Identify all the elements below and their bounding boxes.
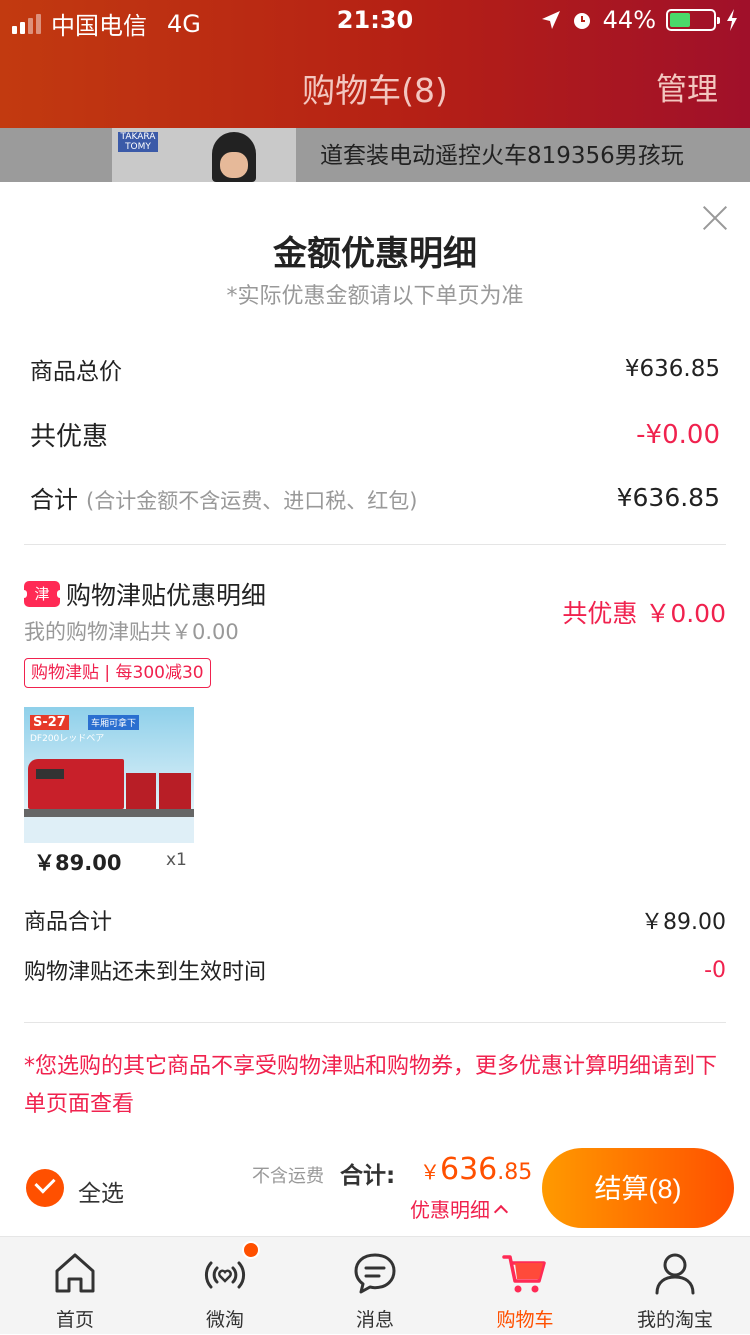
product-image-tag: 车厢可拿下 (88, 715, 140, 730)
discount-detail-sheet: 金额优惠明细 *实际优惠金额请以下单页为准 商品总价 ¥636.85 共优惠 -… (0, 182, 750, 1234)
tab-my-taobao[interactable]: 我的淘宝 (600, 1237, 750, 1335)
tab-home[interactable]: 首页 (0, 1237, 150, 1335)
top-bar: 中国电信 4G 21:30 44% 购物车(8) 管理 (0, 0, 750, 128)
tab-label: 消息 (355, 1309, 394, 1331)
sheet-title: 金额优惠明细 (273, 234, 477, 274)
total-dec: .85 (497, 1160, 533, 1185)
brand-logo: TAKARA TOMY (118, 132, 158, 152)
broadcast-heart-icon (204, 1261, 246, 1289)
home-icon (55, 1253, 95, 1293)
battery-icon (666, 9, 720, 31)
row-subtotal: 商品合计 ￥89.00 (24, 904, 726, 936)
row-total-discount: 共优惠 -¥0.00 (30, 416, 720, 453)
divider (24, 1022, 726, 1023)
select-all-label[interactable]: 全选 (78, 1174, 124, 1208)
product-qty: x1 (166, 850, 187, 870)
location-arrow-icon (541, 11, 560, 29)
checkout-button[interactable]: 结算(8) (542, 1148, 734, 1228)
status-bar: 中国电信 4G 21:30 44% (0, 0, 750, 40)
row-goods-total: 商品总价 ¥636.85 (30, 352, 720, 386)
chat-bubble-icon (354, 1253, 396, 1294)
alarm-icon (573, 13, 590, 29)
divider (24, 544, 726, 545)
row-label: 商品总价 (30, 359, 122, 385)
row-label: 购物津贴还未到生效时间 (24, 960, 267, 985)
row-sum: 合计 (合计金额不含运费、进口税、红包) ¥636.85 (30, 480, 720, 515)
row-value: ¥636.85 (616, 483, 720, 512)
total-label: 合计: (340, 1163, 396, 1189)
freight-note: 不含运费 (252, 1166, 324, 1187)
tab-label: 首页 (55, 1309, 94, 1331)
tab-label: 购物车 (496, 1309, 554, 1331)
total-int: 636 (440, 1152, 498, 1187)
page-title: 购物车(8) (302, 71, 448, 110)
jintie-header: 津 购物津贴优惠明细 (21, 576, 267, 612)
notification-dot (242, 1241, 260, 1259)
row-value: -¥0.00 (636, 419, 720, 450)
tab-weitao[interactable]: 微淘 (150, 1237, 300, 1335)
jintie-badge-icon: 津 (21, 581, 63, 607)
row-value: ¥636.85 (624, 356, 720, 382)
nav-bar: 购物车(8) 管理 (0, 40, 750, 128)
tab-messages[interactable]: 消息 (300, 1237, 450, 1335)
product-image-sub: DF200レッドベア (30, 734, 105, 744)
row-label: 商品合计 (24, 910, 113, 935)
jintie-title: 购物津贴优惠明细 (66, 581, 267, 610)
cart-icon (502, 1255, 546, 1293)
jintie-subtitle: 我的购物津贴共￥0.00 (24, 620, 239, 644)
sheet-subtitle: *实际优惠金额请以下单页为准 (226, 284, 524, 309)
cart-item-behind[interactable]: TAKARA TOMY 道套装电动遥控火车819356男孩玩 (0, 128, 750, 182)
tab-label: 微淘 (205, 1309, 244, 1331)
discount-detail-toggle[interactable]: 优惠明细 (410, 1194, 509, 1223)
manage-button[interactable]: 管理 (656, 64, 718, 109)
row-label: 合计 (30, 486, 78, 514)
tab-bar: 首页 微淘 消息 购物车 我的淘宝 (0, 1236, 750, 1334)
cart-item-title: 道套装电动遥控火车819356男孩玩 (320, 143, 684, 169)
user-icon (655, 1253, 695, 1295)
chevron-up-icon (493, 1204, 509, 1219)
currency-symbol: ￥ (420, 1160, 440, 1184)
jintie-total-discount: 共优惠 ￥0.00 (562, 599, 726, 628)
battery-percent: 44% (602, 6, 656, 34)
jintie-tag: 购物津贴 | 每300减30 (24, 658, 211, 688)
tab-cart[interactable]: 购物车 (450, 1237, 600, 1335)
checkout-bar: 全选 不含运费 合计: ￥636.85 优惠明细 结算(8) (0, 1140, 750, 1236)
notice-text: *您选购的其它商品不享受购物津贴和购物券，更多优惠计算明细请到下单页面查看 (24, 1054, 718, 1117)
row-value: ￥89.00 (641, 910, 726, 935)
product-price: ￥89.00 (34, 851, 122, 875)
total-amount: ￥636.85 (420, 1152, 532, 1187)
cart-item-thumbnail: TAKARA TOMY (112, 128, 296, 182)
product-image-label: S-27 (30, 715, 69, 730)
row-value: -0 (704, 957, 726, 983)
select-all-checkbox[interactable] (26, 1169, 64, 1207)
status-right: 44% (541, 6, 738, 34)
detail-label: 优惠明细 (410, 1198, 490, 1222)
row-pending: 购物津贴还未到生效时间 -0 (24, 954, 726, 986)
row-label: 共优惠 (30, 422, 109, 452)
row-note: (合计金额不含运费、进口税、红包) (86, 489, 418, 513)
train-illustration (28, 759, 124, 809)
charging-icon (727, 9, 737, 31)
tab-label: 我的淘宝 (636, 1309, 713, 1331)
